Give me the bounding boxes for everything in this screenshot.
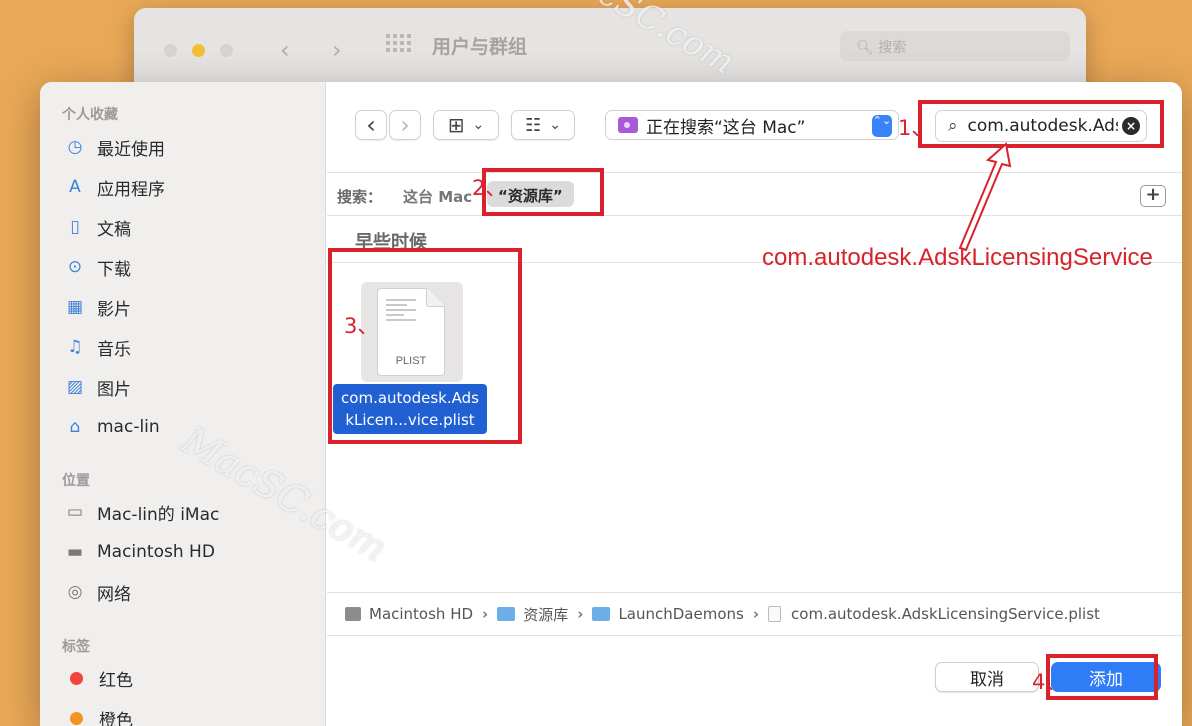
annotation-step-2: 2、 [472,176,507,200]
sidebar-header-favorites: 个人收藏 [62,107,118,123]
annotation-arrow-icon [958,142,1012,252]
folder-icon [618,117,638,133]
sidebar-item-documents[interactable]: ▯ 文稿 [64,212,131,242]
tag-dot-icon [70,671,83,685]
sidebar-item-macintosh-hd[interactable]: ▬ Macintosh HD [64,537,215,567]
sidebar-item-label: 图片 [97,379,131,400]
sidebar-item-label: 橙色 [99,710,133,726]
path-segment-label: 资源库 [523,605,569,624]
sidebar-item-pictures[interactable]: ▨ 图片 [64,372,131,402]
bg-back-icon[interactable]: ‹ [280,36,290,64]
path-segment-label: Macintosh HD [369,605,474,623]
sidebar-item-label: 下载 [97,259,131,280]
home-icon: ⌂ [69,417,81,437]
file-icon [768,606,782,622]
annotation-step-4: 4、 [1032,670,1067,694]
sidebar-item-tag-red[interactable]: 红色 [64,663,133,693]
chevron-down-icon: ⌄ [549,117,561,133]
sidebar-item-imac[interactable]: ▭ Mac-lin的 iMac [64,497,219,527]
chevron-down-icon: ⌄ [472,117,485,133]
sidebar-item-label: 影片 [97,299,131,320]
sidebar-item-network[interactable]: ◎ 网络 [64,577,131,607]
sidebar-item-recents[interactable]: ◷ 最近使用 [64,132,165,162]
sidebar-item-label: mac-lin [97,417,160,437]
network-icon: ◎ [67,582,83,602]
folder-icon [497,607,516,621]
scope-this-mac[interactable]: 这台 Mac [403,186,472,207]
close-dot-icon[interactable] [164,44,177,57]
sidebar-item-label: Macintosh HD [97,542,215,562]
disk-icon [345,607,361,621]
back-button[interactable]: ‹ [355,110,387,140]
path-segment[interactable]: com.autodesk.AdskLicensingService.plist [768,605,1100,623]
path-separator: › [577,605,584,623]
location-popup[interactable]: 正在搜索“这台 Mac” ⌃⌄ [605,110,899,140]
sidebar-item-label: 应用程序 [97,179,165,200]
group-button[interactable]: ☷ ⌄ [511,110,575,140]
bg-window-title: 用户与群组 [432,36,528,58]
bg-search-icon: 🔍︎ [856,40,874,56]
annotation-box-file [328,248,522,444]
apps-icon: A [69,177,81,197]
sidebar-item-movies[interactable]: ▦ 影片 [64,292,131,322]
photo-icon: ▨ [66,377,84,397]
sidebar-item-label: 文稿 [97,219,131,240]
sidebar-item-label: 网络 [97,584,131,605]
path-segment-label: com.autodesk.AdskLicensingService.plist [791,605,1100,623]
minimize-dot-icon[interactable] [192,44,205,57]
path-separator: › [482,605,489,623]
path-separator: › [752,605,760,623]
bg-search-field[interactable]: 🔍︎ 搜索 [840,31,1070,61]
annotation-step-1: 1、 [898,116,933,140]
path-bar: Macintosh HD › 资源库 › LaunchDaemons › com… [327,592,1182,636]
path-segment-label: LaunchDaemons [618,605,744,623]
document-icon: ▯ [70,217,80,237]
cancel-button[interactable]: 取消 [935,662,1039,692]
bg-search-placeholder: 搜索 [878,40,907,56]
path-segment[interactable]: 资源库 [497,604,568,625]
sidebar-item-label: 最近使用 [97,139,165,160]
clock-icon: ◷ [67,137,83,157]
path-segment[interactable]: Macintosh HD [345,605,473,623]
forward-button[interactable]: › [389,110,421,140]
disk-icon: ▬ [66,542,84,562]
search-scope-bar: 搜索： 这台 Mac “资源库” + [327,172,1182,216]
group-icon: ☷ [525,114,542,136]
sidebar-item-tag-orange[interactable]: 橙色 [64,703,133,726]
zoom-dot-icon[interactable] [220,44,233,57]
sidebar-item-label: 音乐 [97,339,131,360]
chevron-left-icon: ‹ [366,111,376,139]
chevron-right-icon: › [400,111,410,139]
path-segment[interactable]: LaunchDaemons [592,605,744,623]
scope-label: 搜索： [337,188,383,206]
sidebar-header-locations: 位置 [62,473,90,489]
view-mode-button[interactable]: ⊞ ⌄ [433,110,499,140]
grid-icon[interactable] [386,34,414,54]
download-icon: ⊙ [67,257,83,277]
stepper-icon: ⌃⌄ [872,115,892,137]
sidebar: 个人收藏 ◷ 最近使用 A 应用程序 ▯ 文稿 ⊙ 下载 ▦ 影片 ♫ 音乐 ▨… [40,82,326,726]
film-icon: ▦ [66,297,84,317]
sidebar-item-label: Mac-lin的 iMac [97,504,220,525]
add-criteria-button[interactable]: + [1140,185,1166,207]
folder-icon [592,607,611,621]
annotation-callout: com.autodesk.AdskLicensingService [762,244,1153,271]
sidebar-item-applications[interactable]: A 应用程序 [64,172,165,202]
sidebar-item-music[interactable]: ♫ 音乐 [64,332,131,362]
sidebar-item-label: 红色 [99,670,133,691]
icon-view-icon: ⊞ [447,113,465,137]
music-icon: ♫ [67,337,83,357]
location-label: 正在搜索“这台 Mac” [646,117,806,138]
sidebar-item-home[interactable]: ⌂ mac-lin [64,412,160,442]
sidebar-item-downloads[interactable]: ⊙ 下载 [64,252,131,282]
imac-icon: ▭ [66,502,84,522]
sidebar-header-tags: 标签 [62,639,90,655]
annotation-step-3: 3、 [344,314,379,338]
bg-forward-icon[interactable]: › [332,36,342,64]
tag-dot-icon [70,711,83,725]
